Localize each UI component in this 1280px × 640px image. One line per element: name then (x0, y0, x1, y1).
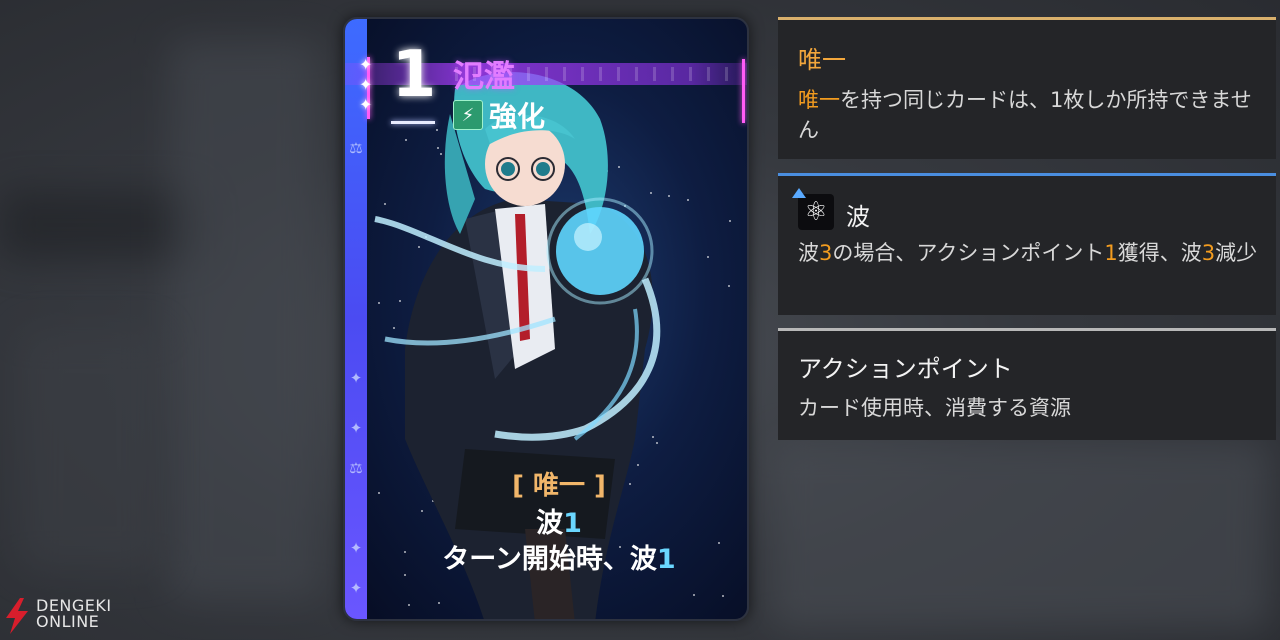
sparkle-icon: ✦ (359, 75, 373, 94)
card-cost: 1 (391, 38, 437, 112)
tooltip-number: 1 (1104, 241, 1118, 265)
tooltip-description: 波3の場合、アクションポイント1獲得、波3減少 (798, 238, 1258, 268)
sparkle-icon: ✦ (349, 539, 363, 557)
card-keyword: [ 唯一 ] (512, 471, 606, 501)
tooltip-keyword: 唯一 (798, 88, 840, 112)
lightning-logo-icon (6, 598, 28, 634)
tooltip-title: 波 (846, 203, 870, 231)
keyword-tooltip-wave: ⚛ 波 波3の場合、アクションポイント1獲得、波3減少 (778, 173, 1276, 315)
card-effect-line: 波1 (367, 501, 747, 540)
tooltip-text: の場合、アクションポイント (832, 241, 1105, 265)
sparkle-icon: ✦ (349, 419, 363, 437)
tooltip-text: 波 (798, 241, 819, 265)
background-blur (20, 330, 160, 570)
watermark-text: ONLINE (36, 612, 100, 631)
sparkle-icon: ✦ (359, 55, 373, 74)
lightning-icon: ⚡ (453, 100, 483, 130)
tooltip-text: 減少 (1215, 241, 1258, 265)
card-type-label: 強化 (489, 100, 546, 133)
card-effect-text: 波 (536, 508, 564, 539)
card-cost-underline (391, 121, 435, 124)
card-name: 氾濫 (453, 59, 515, 95)
keyword-tooltip-action-point: アクションポイント カード使用時、消費する資源 (778, 328, 1276, 440)
tooltip-description: カード使用時、消費する資源 (798, 396, 1071, 420)
sparkle-icon: ✦ (359, 95, 373, 114)
card-type: ⚡ 強化 (453, 95, 545, 135)
tooltip-title: 唯一 (798, 46, 846, 74)
tooltip-description: 唯一を持つ同じカードは、1枚しか所持できません (798, 85, 1258, 145)
card-effect-value: 1 (656, 544, 676, 575)
sparkle-icon: ✦ (349, 369, 363, 387)
background-blur (770, 440, 1270, 630)
card-effect-text: ターン開始時、波 (442, 544, 657, 575)
card-frame-accent (742, 59, 745, 123)
tooltip-text: 獲得、波 (1117, 241, 1202, 265)
atom-icon: ⚛ (798, 194, 834, 230)
tooltip-number: 3 (819, 241, 833, 265)
background-blur (170, 40, 320, 600)
triangle-marker-icon (792, 188, 806, 198)
keyword-tooltip-unique: 唯一 唯一を持つ同じカードは、1枚しか所持できません (778, 17, 1276, 159)
skill-card[interactable]: ⚖ ✦ ✦ ⚖ ✦ ✦ ✦ ✦ ✦ 1 氾濫 ⚡ 強化 [ 唯一 ] 波1 ター… (343, 17, 749, 621)
card-effect-value: 1 (563, 508, 582, 539)
tooltip-text: を持つ同じカードは、1枚しか所持できません (798, 88, 1252, 142)
scale-icon: ⚖ (349, 139, 363, 157)
tooltip-title: アクションポイント (798, 355, 1013, 383)
scale-icon: ⚖ (349, 459, 363, 477)
sparkle-icon: ✦ (349, 579, 363, 597)
card-effect-line: ターン開始時、波1 (367, 537, 747, 576)
watermark-logo: DENGEKI ONLINE (2, 594, 132, 638)
tooltip-number: 3 (1201, 241, 1216, 265)
